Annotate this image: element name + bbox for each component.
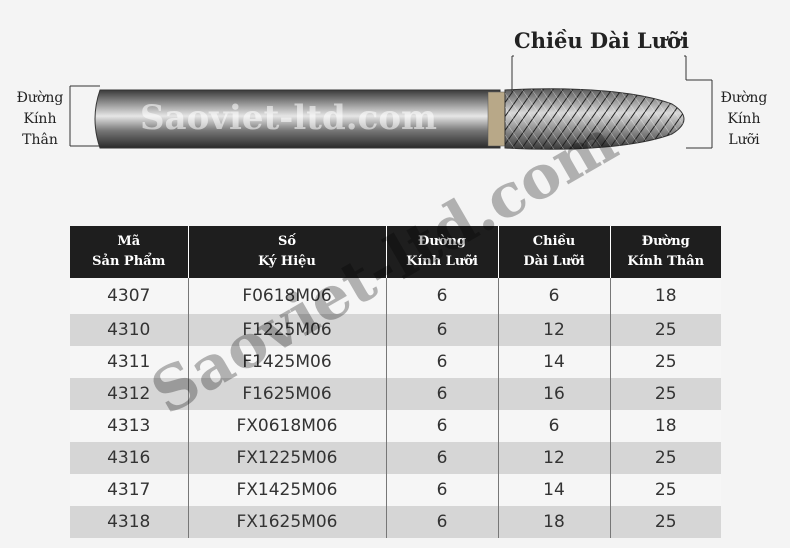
cell-part-number: F0618M06 [187, 278, 386, 314]
tool-diagram: Chiều Dài Lưỡi Đường Kính Thân Đường Kín… [0, 0, 790, 200]
shank-diameter-label: Đường Kính Thân [16, 90, 64, 148]
blade-diameter-label: Đường Kính Lưỡi [720, 90, 768, 148]
header-shank-diameter: Đường Kính Thân [609, 226, 721, 278]
cell-blade-length: 6 [497, 410, 610, 442]
table-row: 4316 FX1225M06 6 12 25 [70, 442, 721, 474]
cell-blade-diameter: 6 [385, 410, 498, 442]
blade-flutes-highlight [505, 88, 684, 150]
blade-length-dimension-line [511, 55, 687, 92]
cell-product-code: 4313 [70, 410, 188, 442]
table-row: 4317 FX1425M06 6 14 25 [70, 474, 721, 506]
header-blade-diameter: Đường Kính Lưỡi [385, 226, 498, 278]
cell-part-number: F1425M06 [187, 346, 386, 378]
blade-diameter-dimension-line [686, 79, 713, 149]
spec-table-header: Mã Sản Phẩm Số Ký Hiệu Đường Kính Lưỡi C… [70, 226, 721, 278]
cell-shank-diameter: 25 [609, 474, 721, 506]
header-row: Mã Sản Phẩm Số Ký Hiệu Đường Kính Lưỡi C… [70, 226, 721, 278]
table-row: 4307 F0618M06 6 6 18 [70, 278, 721, 314]
cell-shank-diameter: 25 [609, 346, 721, 378]
header-part-number: Số Ký Hiệu [187, 226, 386, 278]
cell-part-number: F1225M06 [187, 314, 386, 346]
cell-product-code: 4307 [70, 278, 188, 314]
tool-neck [487, 91, 507, 147]
cell-blade-diameter: 6 [385, 346, 498, 378]
table-row: 4310 F1225M06 6 12 25 [70, 314, 721, 346]
table-row: 4312 F1625M06 6 16 25 [70, 378, 721, 410]
cell-blade-length: 18 [497, 506, 610, 538]
cell-part-number: FX1625M06 [187, 506, 386, 538]
cell-part-number: FX1425M06 [187, 474, 386, 506]
cell-blade-diameter: 6 [385, 506, 498, 538]
table-row: 4318 FX1625M06 6 18 25 [70, 506, 721, 538]
header-product-code: Mã Sản Phẩm [70, 226, 188, 278]
watermark-top: Saoviet-ltd.com [140, 98, 437, 138]
cell-blade-diameter: 6 [385, 314, 498, 346]
spec-table: Mã Sản Phẩm Số Ký Hiệu Đường Kính Lưỡi C… [70, 226, 721, 538]
cell-blade-diameter: 6 [385, 378, 498, 410]
cell-shank-diameter: 25 [609, 442, 721, 474]
cell-blade-length: 16 [497, 378, 610, 410]
cell-part-number: F1625M06 [187, 378, 386, 410]
cell-product-code: 4311 [70, 346, 188, 378]
cell-part-number: FX0618M06 [187, 410, 386, 442]
cell-shank-diameter: 18 [609, 278, 721, 314]
cell-shank-diameter: 18 [609, 410, 721, 442]
cell-shank-diameter: 25 [609, 506, 721, 538]
cell-part-number: FX1225M06 [187, 442, 386, 474]
cell-product-code: 4316 [70, 442, 188, 474]
cell-blade-length: 6 [497, 278, 610, 314]
cell-blade-length: 14 [497, 474, 610, 506]
table-row: 4313 FX0618M06 6 6 18 [70, 410, 721, 442]
cell-shank-diameter: 25 [609, 314, 721, 346]
cell-blade-length: 14 [497, 346, 610, 378]
cell-blade-diameter: 6 [385, 278, 498, 314]
cell-blade-length: 12 [497, 314, 610, 346]
cell-product-code: 4318 [70, 506, 188, 538]
cell-product-code: 4317 [70, 474, 188, 506]
cell-blade-diameter: 6 [385, 474, 498, 506]
table-row: 4311 F1425M06 6 14 25 [70, 346, 721, 378]
cell-product-code: 4312 [70, 378, 188, 410]
cell-product-code: 4310 [70, 314, 188, 346]
spec-table-body: 4307 F0618M06 6 6 18 4310 F1225M06 6 12 … [70, 278, 721, 538]
cell-shank-diameter: 25 [609, 378, 721, 410]
header-blade-length: Chiều Dài Lưỡi [497, 226, 610, 278]
cell-blade-length: 12 [497, 442, 610, 474]
cell-blade-diameter: 6 [385, 442, 498, 474]
blade-length-label: Chiều Dài Lưỡi [514, 28, 690, 53]
